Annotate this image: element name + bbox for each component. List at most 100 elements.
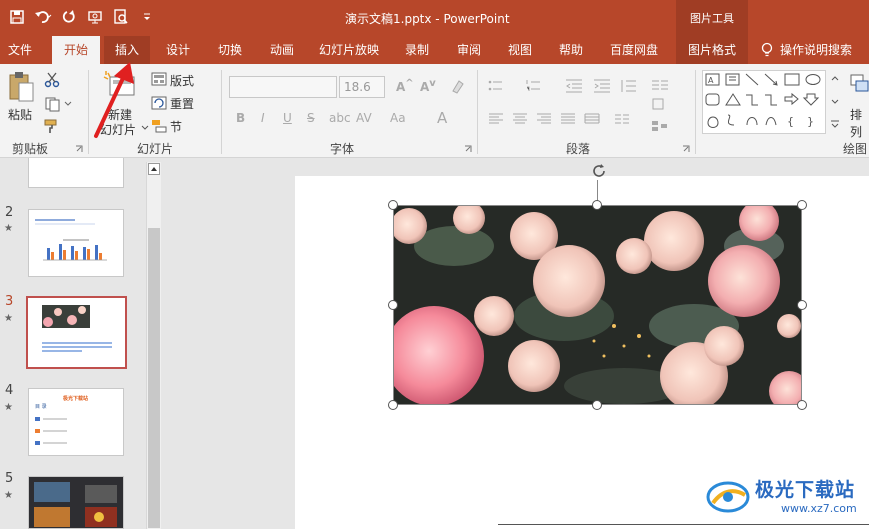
undo-icon[interactable] <box>32 6 54 28</box>
bold-icon[interactable]: B <box>236 111 245 125</box>
slide-thumbnail-3-selected[interactable] <box>26 296 127 369</box>
chevron-down-icon[interactable] <box>140 123 150 133</box>
watermark-name: 极光下载站 <box>755 479 856 501</box>
present-from-start-icon[interactable] <box>84 6 106 28</box>
slide-thumbnail-2[interactable] <box>28 209 124 277</box>
tab-slide-show[interactable]: 幻灯片放映 <box>314 36 384 64</box>
columns-icon[interactable] <box>648 76 672 96</box>
picture-tools-label: 图片工具 <box>676 0 748 36</box>
font-launcher-icon[interactable] <box>463 144 473 154</box>
resize-handle-top-right[interactable] <box>797 200 807 210</box>
lightbulb-icon <box>761 42 773 57</box>
shapes-gallery-scroll[interactable] <box>828 70 842 134</box>
layout-icon[interactable] <box>150 70 168 88</box>
shapes-gallery[interactable]: A { } <box>702 70 826 134</box>
font-color-icon[interactable]: A <box>437 109 447 127</box>
decrease-font-icon[interactable]: Av <box>420 78 436 94</box>
tab-animations[interactable]: 动画 <box>262 36 302 64</box>
slide-thumbnail-5[interactable] <box>28 476 124 529</box>
text-direction-icon[interactable] <box>648 96 672 112</box>
tab-view[interactable]: 视图 <box>500 36 540 64</box>
resize-handle-top[interactable] <box>592 200 602 210</box>
slide-number: 5 <box>5 471 14 486</box>
resize-handle-right[interactable] <box>797 300 807 310</box>
cut-icon[interactable] <box>42 70 62 90</box>
line-spacing-icon[interactable] <box>616 76 640 96</box>
numbering-icon[interactable] <box>524 76 554 96</box>
redo-icon[interactable] <box>58 6 80 28</box>
strikethrough-icon[interactable]: abc <box>329 111 351 125</box>
separator <box>477 70 478 154</box>
resize-handle-left[interactable] <box>388 300 398 310</box>
watermark-logo-icon <box>706 481 750 513</box>
font-name-combo[interactable] <box>229 76 337 98</box>
watermark: 极光下载站 www.xz7.com <box>705 475 857 515</box>
slide-star-icon: ★ <box>4 223 13 234</box>
group-label-drawing: 绘图 <box>843 142 868 156</box>
reset-label[interactable]: 重置 <box>170 95 194 112</box>
tab-record[interactable]: 录制 <box>397 36 437 64</box>
tab-help[interactable]: 帮助 <box>551 36 591 64</box>
font-size-value: 18.6 <box>344 80 371 94</box>
svg-text:{: { <box>787 115 794 128</box>
rotate-handle-icon[interactable] <box>589 161 609 181</box>
layout-label[interactable]: 版式 <box>170 72 194 89</box>
underline-icon[interactable]: U <box>283 111 292 125</box>
resize-handle-bottom[interactable] <box>592 400 602 410</box>
arrange-label[interactable]: 排列 <box>850 106 869 140</box>
tab-transitions[interactable]: 切换 <box>210 36 250 64</box>
distributed-icon[interactable] <box>582 110 602 128</box>
customize-qat-icon[interactable] <box>136 6 158 28</box>
slide-star-icon: ★ <box>4 402 13 413</box>
slide-thumbnail-1[interactable] <box>28 158 124 188</box>
paste-label[interactable]: 粘贴 <box>8 106 32 123</box>
tab-design[interactable]: 设计 <box>158 36 198 64</box>
column-layout-icon[interactable] <box>612 110 638 128</box>
clipboard-launcher-icon[interactable] <box>74 144 84 154</box>
svg-text:A: A <box>708 76 714 85</box>
align-center-icon[interactable] <box>510 110 530 128</box>
font-size-combo[interactable]: 18.6 <box>339 76 385 98</box>
decrease-indent-icon[interactable] <box>562 76 586 96</box>
tell-me-search[interactable]: 操作说明搜索 <box>760 36 852 64</box>
group-label-paragraph: 段落 <box>566 142 591 156</box>
resize-handle-bottom-left[interactable] <box>388 400 398 410</box>
scroll-up-icon[interactable] <box>148 163 160 175</box>
increase-font-icon[interactable]: A^ <box>396 78 414 94</box>
slide-thumbnail-4[interactable]: 极光下载站 目 录 <box>28 388 124 456</box>
section-icon[interactable] <box>150 117 168 135</box>
character-spacing-icon[interactable]: AV <box>356 111 372 125</box>
format-painter-icon[interactable] <box>42 116 62 136</box>
svg-text:}: } <box>807 115 814 128</box>
copy-icon[interactable] <box>42 94 76 114</box>
tab-baidu-netdisk[interactable]: 百度网盘 <box>603 36 665 64</box>
change-case-icon[interactable]: Aa <box>390 111 406 125</box>
section-label[interactable]: 节 <box>170 118 182 135</box>
tab-picture-format[interactable]: 图片格式 <box>676 36 748 64</box>
scroll-thumb[interactable] <box>148 228 160 528</box>
arrange-icon[interactable] <box>848 72 869 102</box>
paste-icon[interactable] <box>6 70 36 104</box>
thumbnails-scrollbar[interactable] <box>146 162 161 529</box>
justify-icon[interactable] <box>558 110 578 128</box>
italic-icon[interactable]: I <box>261 111 265 125</box>
reset-icon[interactable] <box>150 94 168 112</box>
resize-handle-top-left[interactable] <box>388 200 398 210</box>
smartart-icon[interactable] <box>648 118 672 134</box>
bullets-icon[interactable] <box>486 76 516 96</box>
separator <box>221 70 222 154</box>
shadow-icon[interactable]: S <box>307 111 315 125</box>
align-right-icon[interactable] <box>534 110 554 128</box>
tab-review[interactable]: 审阅 <box>449 36 489 64</box>
clear-formatting-icon[interactable] <box>448 76 468 96</box>
group-label-font: 字体 <box>330 142 355 156</box>
slide-star-icon: ★ <box>4 313 13 324</box>
tab-file[interactable]: 文件 <box>0 36 40 64</box>
increase-indent-icon[interactable] <box>590 76 614 96</box>
selected-picture[interactable] <box>393 205 802 405</box>
paragraph-launcher-icon[interactable] <box>681 144 691 154</box>
align-left-icon[interactable] <box>486 110 506 128</box>
print-preview-icon[interactable] <box>110 6 132 28</box>
save-icon[interactable] <box>6 6 28 28</box>
resize-handle-bottom-right[interactable] <box>797 400 807 410</box>
